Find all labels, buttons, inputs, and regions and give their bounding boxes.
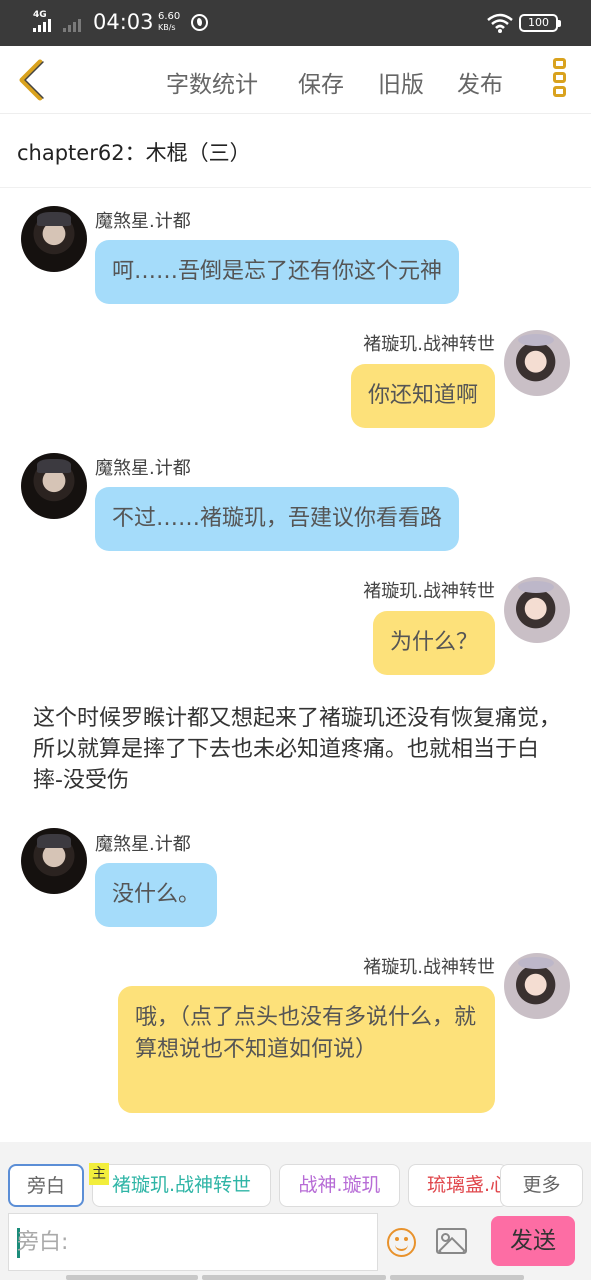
message-bubble[interactable]: 没什么。 bbox=[95, 863, 218, 927]
avatar-jidu[interactable] bbox=[21, 828, 87, 894]
signal-icon-secondary bbox=[63, 18, 81, 32]
message-bubble[interactable]: 呵……吾倒是忘了还有你这个元神 bbox=[95, 240, 460, 304]
net-speed: 6.60 KB/s bbox=[158, 11, 180, 33]
avatar-xuanji[interactable] bbox=[504, 577, 570, 643]
sender-name: 褚璇玑.战神转世 bbox=[363, 334, 495, 355]
word-count-button[interactable]: 字数统计 bbox=[166, 65, 258, 99]
status-bar: 4G 04:03 6.60 KB/s 100 bbox=[0, 0, 591, 46]
avatar-xuanji[interactable] bbox=[504, 953, 570, 1019]
clock: 04:03 bbox=[93, 10, 154, 34]
scroll-indicator bbox=[202, 1275, 386, 1280]
more-menu-icon[interactable] bbox=[549, 56, 569, 104]
message-bubble[interactable]: 不过……褚璇玑，吾建议你看看路 bbox=[95, 487, 460, 551]
sender-name: 魔煞星.计都 bbox=[95, 211, 191, 232]
top-toolbar: 字数统计 保存 旧版 发布 bbox=[0, 46, 591, 114]
wifi-icon bbox=[487, 13, 513, 33]
back-chevron-icon[interactable] bbox=[14, 58, 48, 102]
avatar-jidu[interactable] bbox=[21, 453, 87, 519]
save-button[interactable]: 保存 bbox=[298, 65, 344, 99]
scroll-indicator bbox=[390, 1275, 524, 1280]
message-bubble[interactable]: 为什么？ bbox=[372, 611, 495, 675]
sender-name: 褚璇玑.战神转世 bbox=[363, 581, 495, 602]
message-bubble[interactable]: 哦，（点了点头也没有多说什么，就算想说也不知道如何说） bbox=[118, 986, 495, 1113]
role-chip-liulizhan[interactable]: 琉璃盏.心 bbox=[408, 1164, 508, 1207]
battery-icon: 100 bbox=[519, 14, 561, 32]
message-bubble[interactable]: 你还知道啊 bbox=[350, 364, 495, 428]
emoji-icon[interactable] bbox=[387, 1228, 416, 1257]
chapter-title[interactable]: chapter62：木棍（三） bbox=[17, 137, 251, 167]
avatar-jidu[interactable] bbox=[21, 206, 87, 272]
role-chip-zhanshen[interactable]: 战神.璇玑 bbox=[279, 1164, 400, 1207]
main-role-badge: 主 bbox=[89, 1163, 109, 1185]
sender-name: 魔煞星.计都 bbox=[95, 458, 191, 479]
net-speed-value: 6.60 bbox=[158, 11, 181, 22]
sender-name: 褚璇玑.战神转世 bbox=[363, 957, 495, 978]
narration-text[interactable]: 这个时候罗睺计都又想起来了褚璇玑还没有恢复痛觉，所以就算是摔了下去也未必知道疼痛… bbox=[33, 703, 563, 796]
globe-icon bbox=[191, 14, 208, 31]
more-roles-button[interactable]: 更多 bbox=[500, 1164, 583, 1207]
message-input-box bbox=[8, 1213, 378, 1271]
role-chip-xuanji[interactable]: 褚璇玑.战神转世 bbox=[92, 1164, 271, 1207]
sender-name: 魔煞星.计都 bbox=[95, 834, 191, 855]
old-version-button[interactable]: 旧版 bbox=[378, 65, 424, 99]
message-input[interactable] bbox=[17, 1222, 367, 1262]
scroll-indicator bbox=[66, 1275, 198, 1280]
avatar-xuanji[interactable] bbox=[504, 330, 570, 396]
publish-button[interactable]: 发布 bbox=[457, 65, 503, 99]
role-chip-narration[interactable]: 旁白 bbox=[8, 1164, 84, 1207]
signal-icon bbox=[33, 18, 51, 32]
image-icon[interactable] bbox=[436, 1228, 467, 1254]
net-speed-unit: KB/s bbox=[158, 23, 176, 32]
send-button[interactable]: 发送 bbox=[491, 1216, 575, 1266]
divider bbox=[0, 187, 591, 188]
